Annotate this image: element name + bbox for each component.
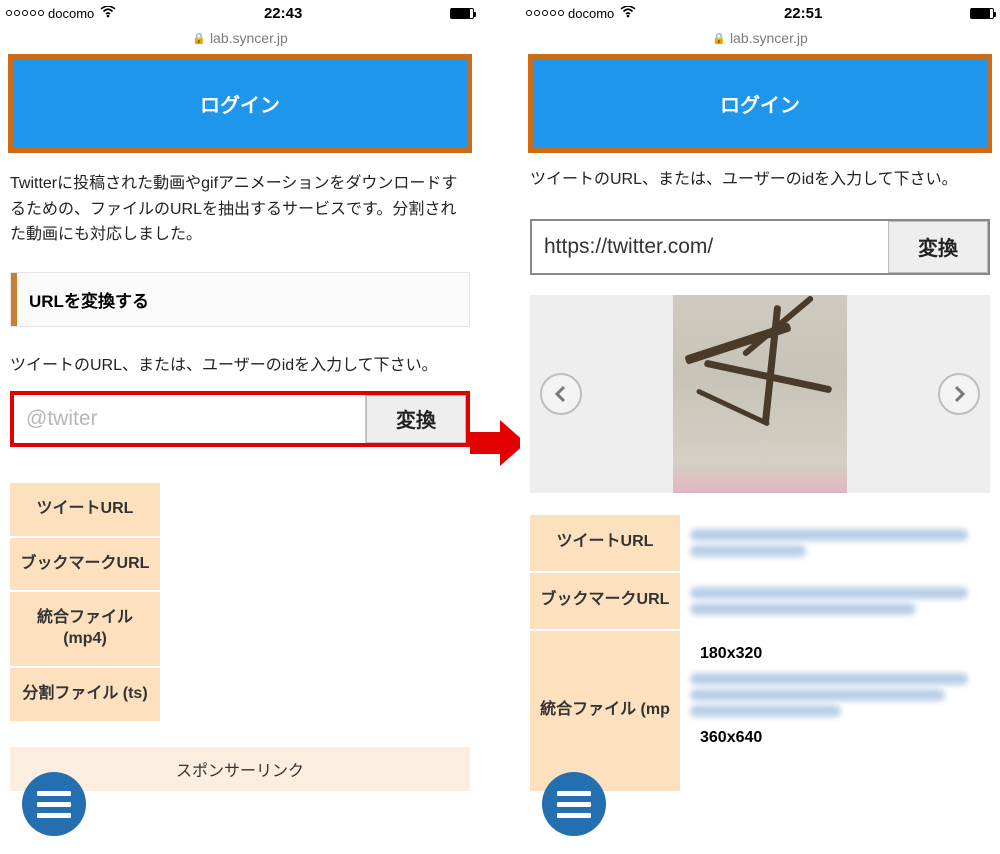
carousel-prev-button[interactable] bbox=[540, 373, 582, 415]
row-label: ツイートURL bbox=[530, 515, 680, 571]
menu-fab-button[interactable] bbox=[22, 772, 86, 836]
input-instruction: ツイートのURL、または、ユーザーのidを入力して下さい。 bbox=[0, 327, 480, 391]
row-label: ブックマークURL bbox=[530, 573, 680, 629]
url-text: lab.syncer.jp bbox=[730, 30, 808, 46]
row-value[interactable] bbox=[680, 515, 990, 571]
url-text: lab.syncer.jp bbox=[210, 30, 288, 46]
login-button[interactable]: ログイン bbox=[533, 59, 987, 148]
status-bar: docomo 22:51 bbox=[520, 0, 1000, 26]
input-instruction: ツイートのURL、または、ユーザーのidを入力して下さい。 bbox=[520, 161, 1000, 203]
row-label: 統合ファイル (mp4) bbox=[10, 592, 160, 666]
table-row: ツイートURL bbox=[530, 515, 990, 573]
phone-left: docomo 22:43 🔒 lab.syncer.jp ログイン Twitte… bbox=[0, 0, 480, 854]
carrier-label: docomo bbox=[568, 6, 614, 21]
service-description: Twitterに投稿された動画やgifアニメーションをダウンロードするための、フ… bbox=[0, 161, 480, 262]
convert-button[interactable]: 変換 bbox=[366, 395, 466, 443]
section-header: URLを変換する bbox=[10, 272, 470, 327]
convert-form-highlighted: 変換 bbox=[10, 391, 470, 447]
url-input[interactable] bbox=[532, 221, 888, 273]
convert-button[interactable]: 変換 bbox=[888, 221, 988, 273]
browser-url-bar[interactable]: 🔒 lab.syncer.jp bbox=[0, 26, 480, 50]
section-title: URLを変換する bbox=[11, 273, 469, 326]
row-value bbox=[160, 592, 470, 666]
login-button-frame: ログイン bbox=[8, 54, 472, 153]
lock-icon: 🔒 bbox=[712, 32, 726, 45]
table-row: 統合ファイル (mp 180x320 360x640 bbox=[530, 631, 990, 793]
battery-icon bbox=[970, 8, 994, 19]
table-row: 分割ファイル (ts) bbox=[10, 668, 470, 723]
carrier-label: docomo bbox=[48, 6, 94, 21]
url-input[interactable] bbox=[14, 395, 366, 443]
battery-icon bbox=[450, 8, 474, 19]
wifi-icon bbox=[620, 6, 636, 21]
resolution-label: 360x640 bbox=[690, 725, 980, 753]
convert-form: 変換 bbox=[530, 219, 990, 275]
menu-fab-button[interactable] bbox=[542, 772, 606, 836]
lock-icon: 🔒 bbox=[192, 32, 206, 45]
video-carousel bbox=[530, 295, 990, 493]
signal-dots-icon bbox=[6, 10, 44, 16]
arrow-right-icon bbox=[470, 420, 526, 466]
table-row: 統合ファイル (mp4) bbox=[10, 592, 470, 668]
row-value[interactable] bbox=[680, 573, 990, 629]
browser-url-bar[interactable]: 🔒 lab.syncer.jp bbox=[520, 26, 1000, 50]
row-label: ツイートURL bbox=[10, 483, 160, 536]
row-label: 分割ファイル (ts) bbox=[10, 668, 160, 721]
row-label: ブックマークURL bbox=[10, 538, 160, 591]
clock: 22:51 bbox=[784, 5, 822, 22]
table-row: ブックマークURL bbox=[530, 573, 990, 631]
phone-right: docomo 22:51 🔒 lab.syncer.jp ログイン ツイートのU… bbox=[520, 0, 1000, 854]
row-value bbox=[160, 668, 470, 721]
login-button-frame: ログイン bbox=[528, 54, 992, 153]
wifi-icon bbox=[100, 6, 116, 21]
table-row: ブックマークURL bbox=[10, 538, 470, 593]
result-table: ツイートURL ブックマークURL 統合ファイル (mp4) 分割ファイル (t… bbox=[10, 483, 470, 723]
signal-dots-icon bbox=[526, 10, 564, 16]
row-label: 統合ファイル (mp bbox=[530, 631, 680, 791]
video-thumbnail[interactable] bbox=[673, 295, 847, 493]
row-value: 180x320 360x640 bbox=[680, 631, 990, 763]
row-value bbox=[160, 483, 470, 536]
status-bar: docomo 22:43 bbox=[0, 0, 480, 26]
clock: 22:43 bbox=[264, 5, 302, 22]
result-table: ツイートURL ブックマークURL 統合ファイル (mp 180x320 360… bbox=[530, 515, 990, 793]
carousel-next-button[interactable] bbox=[938, 373, 980, 415]
row-value bbox=[160, 538, 470, 591]
resolution-label: 180x320 bbox=[690, 641, 980, 669]
login-button[interactable]: ログイン bbox=[13, 59, 467, 148]
table-row: ツイートURL bbox=[10, 483, 470, 538]
